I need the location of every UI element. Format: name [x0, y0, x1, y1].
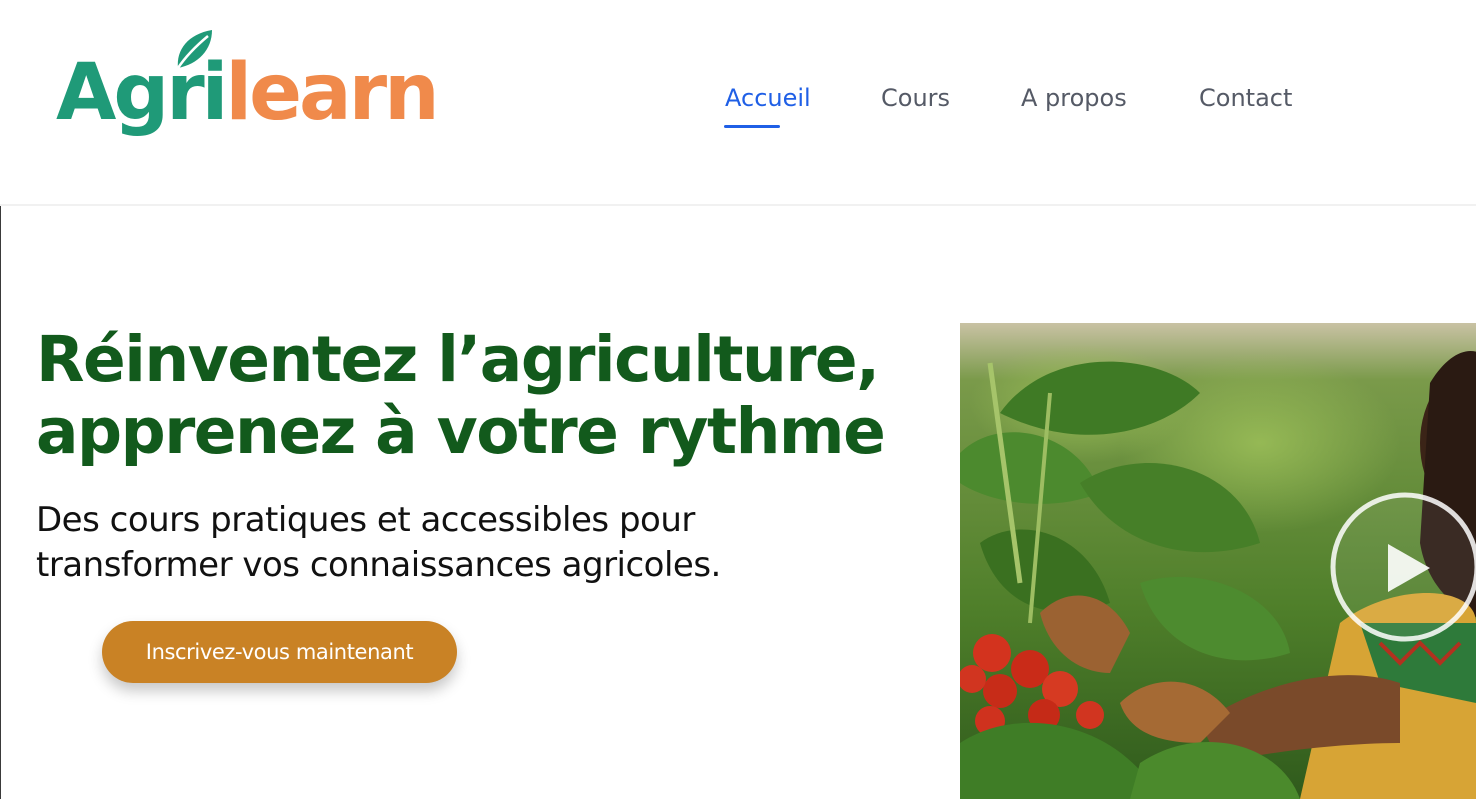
hero-subtitle: Des cours pratiques et accessibles pour …	[36, 498, 896, 588]
nav-item-cours[interactable]: Cours	[881, 84, 950, 112]
hero-title-line1: Réinventez l’agriculture,	[36, 323, 880, 396]
nav-item-accueil[interactable]: Accueil	[725, 84, 811, 112]
hero-subtitle-line1: Des cours pratiques et accessibles pour	[36, 500, 695, 540]
site-header: Agrilearn Accueil Cours A propos Contact	[0, 0, 1476, 206]
signup-button[interactable]: Inscrivez-vous maintenant	[102, 621, 457, 683]
hero-title: Réinventez l’agriculture, apprenez à vot…	[36, 324, 916, 468]
nav-item-a-propos[interactable]: A propos	[1021, 84, 1127, 112]
nav-item-contact[interactable]: Contact	[1199, 84, 1292, 112]
hero-title-line2: apprenez à votre rythme	[36, 395, 886, 468]
hero-subtitle-line2: transformer vos connaissances agricoles.	[36, 545, 721, 585]
play-icon[interactable]	[1328, 488, 1476, 646]
active-nav-indicator	[724, 125, 780, 128]
